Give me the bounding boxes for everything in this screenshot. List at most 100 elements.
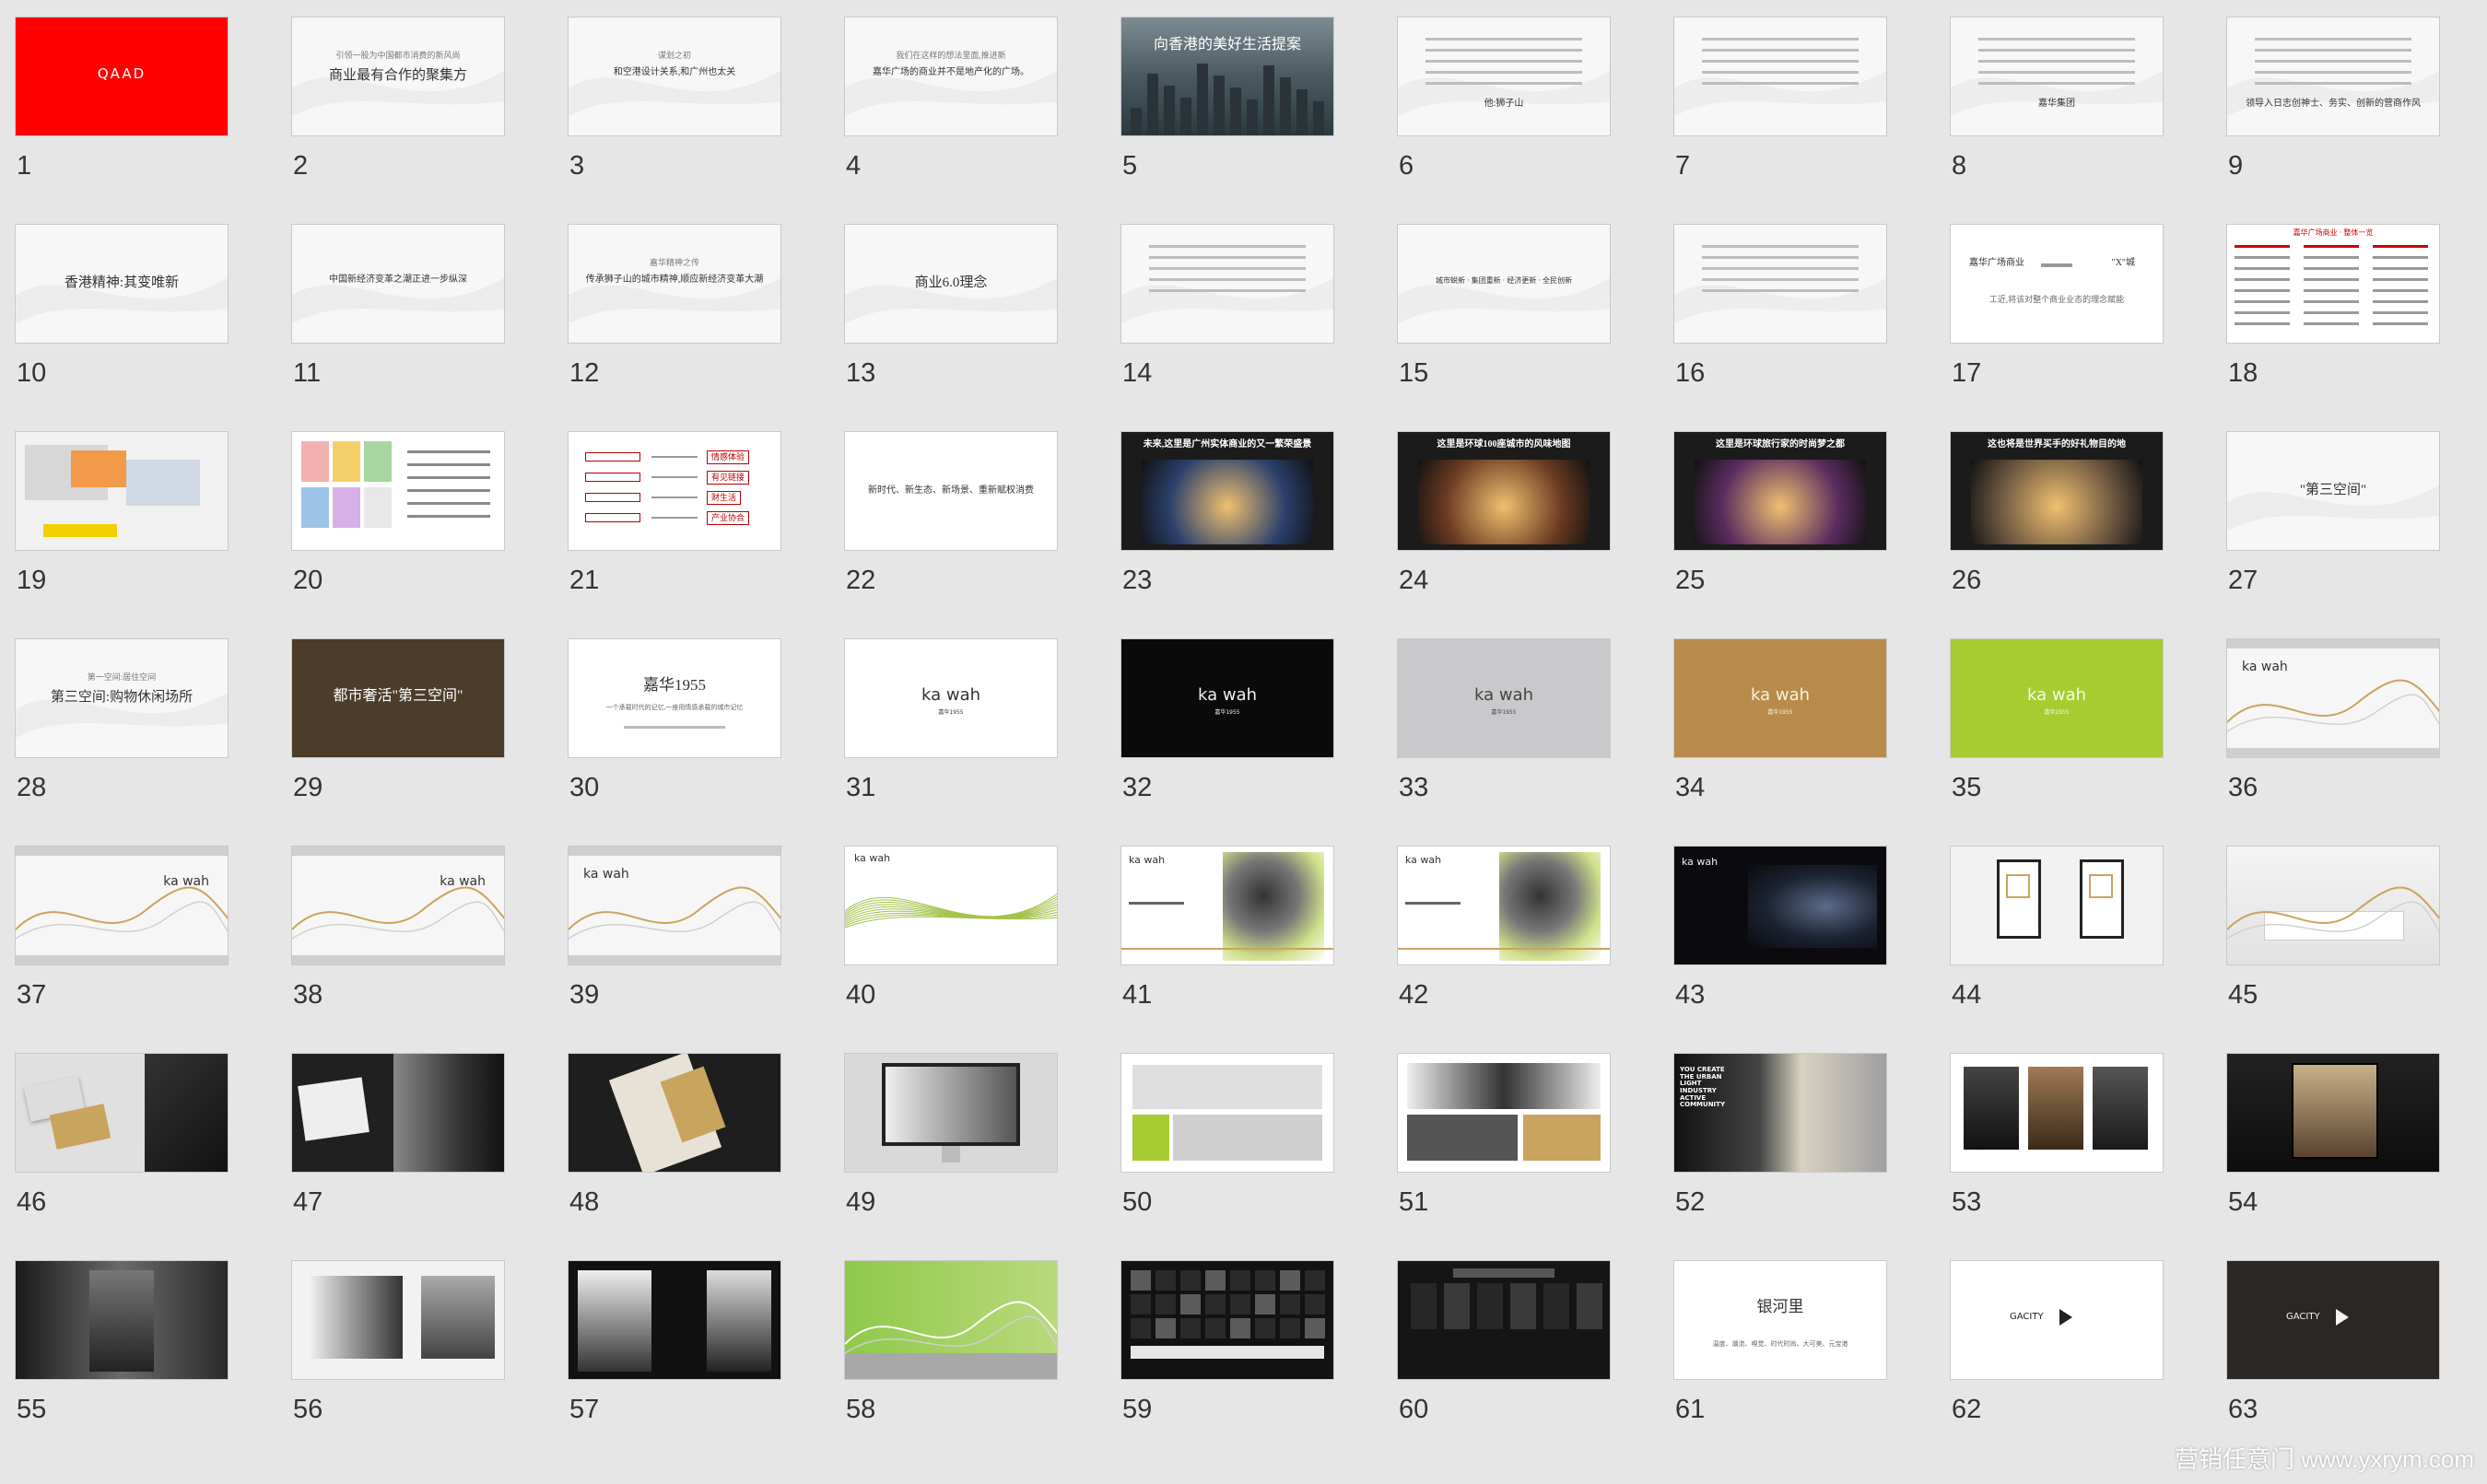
slide-preview[interactable] [1120, 1260, 1334, 1380]
slide-preview[interactable]: 新时代、新生态、新场景、重新赋权消费 [844, 431, 1058, 551]
slide-thumbnail[interactable]: ka wah 43 [1660, 831, 1909, 1034]
slide-thumbnail[interactable]: 他:狮子山 6 [1384, 2, 1633, 204]
slide-preview[interactable] [291, 431, 505, 551]
slide-thumbnail[interactable]: 嘉华1955 一个承载时代的记忆,一座用情感承载的城市记忆 30 [555, 624, 804, 826]
slide-thumbnail[interactable]: 商业6.0理念 13 [831, 209, 1080, 412]
slide-thumbnail[interactable]: "第三空间" 27 [2213, 416, 2462, 619]
slide-preview[interactable]: 未来,这里是广州实体商业的又一繁荣盛景 [1120, 431, 1334, 551]
slide-preview[interactable]: 都市奢活"第三空间" [291, 638, 505, 758]
slide-thumbnail[interactable]: ka wah 嘉华1955 35 [1937, 624, 2186, 826]
slide-thumbnail[interactable]: 嘉华集团 8 [1937, 2, 2186, 204]
slide-preview[interactable]: 向香港的美好生活提案 [1120, 17, 1334, 136]
slide-preview[interactable]: 中国新经济变革之潮正进一步纵深 [291, 224, 505, 344]
slide-preview[interactable]: QAAD [15, 17, 229, 136]
slide-preview[interactable]: ka wah [1397, 846, 1611, 965]
slide-thumbnail[interactable]: ka wah 嘉华1955 33 [1384, 624, 1633, 826]
slide-preview[interactable]: ka wah 嘉华1955 [1950, 638, 2164, 758]
slide-preview[interactable] [568, 1053, 781, 1173]
slide-thumbnail[interactable]: 56 [278, 1245, 527, 1448]
slide-preview[interactable] [15, 431, 229, 551]
slide-preview[interactable] [1120, 1053, 1334, 1173]
slide-thumbnail[interactable]: 香港精神:其变唯新 10 [2, 209, 251, 412]
slide-preview[interactable]: 嘉华集团 [1950, 17, 2164, 136]
slide-thumbnail[interactable]: 47 [278, 1038, 527, 1241]
slide-preview[interactable]: 商业6.0理念 [844, 224, 1058, 344]
slide-thumbnail[interactable]: 领导入日志创神士、务实、创新的营商作风 9 [2213, 2, 2462, 204]
slide-preview[interactable] [844, 1260, 1058, 1380]
slide-thumbnail[interactable]: ka wah 38 [278, 831, 527, 1034]
slide-thumbnail[interactable]: 嘉华广场商业 · 整体一览 18 [2213, 209, 2462, 412]
slide-preview[interactable]: 银河里 温度、潮流、嗅觉、时代时尚、大可美、元宝港 [1673, 1260, 1887, 1380]
slide-thumbnail[interactable]: 情感体验 有见链接 财生活 产业协合 21 [555, 416, 804, 619]
slide-preview[interactable]: 嘉华1955 一个承载时代的记忆,一座用情感承载的城市记忆 [568, 638, 781, 758]
slide-preview[interactable]: 我们在这样的想法里面,推进新 嘉华广场的商业并不是地产化的广场。 [844, 17, 1058, 136]
slide-preview[interactable]: 香港精神:其变唯新 [15, 224, 229, 344]
slide-thumbnail[interactable]: 引领一股为中国都市消费的新风尚 商业最有合作的聚集方 2 [278, 2, 527, 204]
slide-thumbnail[interactable]: 57 [555, 1245, 804, 1448]
slide-thumbnail[interactable]: 60 [1384, 1245, 1633, 1448]
slide-thumbnail[interactable]: 这里是环球旅行家的时尚梦之都 25 [1660, 416, 1909, 619]
slide-thumbnail[interactable]: ka wah 36 [2213, 624, 2462, 826]
slide-thumbnail[interactable]: 嘉华广场商业 "X"城 工近,将该对整个商业业态的理念赋能 17 [1937, 209, 2186, 412]
slide-thumbnail[interactable]: 这也将是世界买手的好礼物目的地 26 [1937, 416, 2186, 619]
slide-preview[interactable] [844, 1053, 1058, 1173]
slide-thumbnail[interactable]: 44 [1937, 831, 2186, 1034]
slide-preview[interactable]: ka wah [15, 846, 229, 965]
slide-thumbnail[interactable]: ka wah 37 [2, 831, 251, 1034]
slide-preview[interactable] [1950, 846, 2164, 965]
slide-preview[interactable] [1950, 1053, 2164, 1173]
slide-thumbnail[interactable]: ka wah 39 [555, 831, 804, 1034]
slide-thumbnail[interactable]: 7 [1660, 2, 1909, 204]
slide-thumbnail[interactable]: 第一空间:居住空间 第三空间:购物休闲场所 28 [2, 624, 251, 826]
slide-thumbnail[interactable]: ka wah 嘉华1955 34 [1660, 624, 1909, 826]
slide-thumbnail[interactable]: 中国新经济变革之潮正进一步纵深 11 [278, 209, 527, 412]
slide-preview[interactable]: 他:狮子山 [1397, 17, 1611, 136]
slide-thumbnail[interactable]: ka wah 42 [1384, 831, 1633, 1034]
slide-preview[interactable]: GACITY [1950, 1260, 2164, 1380]
slide-thumbnail[interactable]: 都市奢活"第三空间" 29 [278, 624, 527, 826]
slide-preview[interactable] [1673, 17, 1887, 136]
slide-preview[interactable] [1673, 224, 1887, 344]
slide-preview[interactable] [291, 1053, 505, 1173]
slide-preview[interactable] [1397, 1260, 1611, 1380]
slide-preview[interactable] [15, 1260, 229, 1380]
slide-thumbnail[interactable]: 48 [555, 1038, 804, 1241]
slide-preview[interactable]: 嘉华广场商业 "X"城 工近,将该对整个商业业态的理念赋能 [1950, 224, 2164, 344]
slide-thumbnail[interactable]: 这里是环球100座城市的风味地图 24 [1384, 416, 1633, 619]
slide-thumbnail[interactable]: ka wah 嘉华1955 32 [1108, 624, 1356, 826]
slide-preview[interactable]: 嘉华精神之传 传承狮子山的城市精神,顺应新经济变革大潮 [568, 224, 781, 344]
slide-preview[interactable]: 这里是环球旅行家的时尚梦之都 [1673, 431, 1887, 551]
slide-thumbnail[interactable]: 50 [1108, 1038, 1356, 1241]
slide-thumbnail[interactable]: 49 [831, 1038, 1080, 1241]
slide-thumbnail[interactable]: 54 [2213, 1038, 2462, 1241]
slide-preview[interactable] [2226, 846, 2440, 965]
slide-thumbnail[interactable]: 59 [1108, 1245, 1356, 1448]
slide-thumbnail[interactable]: 银河里 温度、潮流、嗅觉、时代时尚、大可美、元宝港 61 [1660, 1245, 1909, 1448]
slide-thumbnail[interactable]: 14 [1108, 209, 1356, 412]
slide-thumbnail[interactable]: 16 [1660, 209, 1909, 412]
slide-thumbnail[interactable]: 城市蜕新 · 集团重新 · 经济更新 · 全民创新 15 [1384, 209, 1633, 412]
slide-preview[interactable] [15, 1053, 229, 1173]
slide-preview[interactable] [1120, 224, 1334, 344]
slide-thumbnail[interactable]: 新时代、新生态、新场景、重新赋权消费 22 [831, 416, 1080, 619]
slide-preview[interactable]: ka wah [1673, 846, 1887, 965]
slide-thumbnail[interactable]: ka wah 嘉华1955 31 [831, 624, 1080, 826]
slide-preview[interactable]: 情感体验 有见链接 财生活 产业协合 [568, 431, 781, 551]
slide-preview[interactable]: ka wah [2226, 638, 2440, 758]
slide-thumbnail[interactable]: GACITY 63 [2213, 1245, 2462, 1448]
slide-thumbnail[interactable]: 20 [278, 416, 527, 619]
slide-thumbnail[interactable]: 51 [1384, 1038, 1633, 1241]
slide-preview[interactable] [1397, 1053, 1611, 1173]
slide-preview[interactable]: 领导入日志创神士、务实、创新的营商作风 [2226, 17, 2440, 136]
slide-preview[interactable]: 引领一股为中国都市消费的新风尚 商业最有合作的聚集方 [291, 17, 505, 136]
slide-preview[interactable]: 嘉华广场商业 · 整体一览 [2226, 224, 2440, 344]
slide-preview[interactable]: ka wah 嘉华1955 [1120, 638, 1334, 758]
slide-preview[interactable] [291, 1260, 505, 1380]
slide-preview[interactable]: ka wah 嘉华1955 [1397, 638, 1611, 758]
slide-preview[interactable]: ka wah [568, 846, 781, 965]
slide-thumbnail[interactable]: 向香港的美好生活提案 5 [1108, 2, 1356, 204]
slide-thumbnail[interactable]: 谋划之初 和空港设计关系,和广州也太关 3 [555, 2, 804, 204]
slide-thumbnail[interactable]: ka wah 40 [831, 831, 1080, 1034]
slide-thumbnail[interactable]: 19 [2, 416, 251, 619]
slide-preview[interactable] [568, 1260, 781, 1380]
